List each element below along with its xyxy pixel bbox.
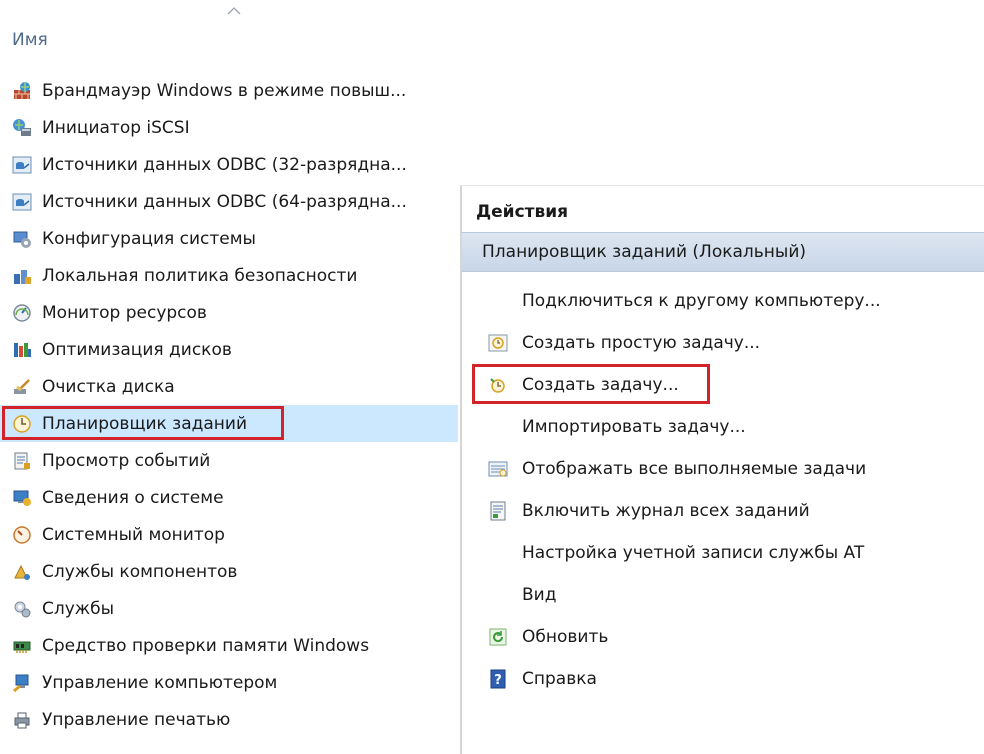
actions-pane: Действия Планировщик заданий (Локальный)…: [460, 185, 984, 754]
refresh-icon: [489, 628, 507, 646]
performance-monitor-icon: [13, 525, 31, 544]
list-item-firewall[interactable]: Брандмауэр Windows в режиме повыш...: [0, 72, 458, 109]
firewall-icon: [14, 81, 30, 99]
actions-section-header[interactable]: Планировщик заданий (Локальный): [462, 232, 984, 272]
action-create-basic-task[interactable]: Создать простую задачу...: [462, 322, 984, 364]
print-management-icon: [14, 712, 30, 728]
security-policy-icon: [14, 269, 31, 284]
action-label: Справка: [522, 669, 597, 689]
list-item-resource-monitor[interactable]: Монитор ресурсов: [0, 294, 458, 331]
list-item-label: Локальная политика безопасности: [42, 265, 358, 286]
action-label: Вид: [522, 585, 557, 605]
help-icon: ?: [490, 669, 506, 689]
list-item-print-management[interactable]: Управление печатью: [0, 701, 458, 738]
list-item-security-policy[interactable]: Локальная политика безопасности: [0, 257, 458, 294]
action-help[interactable]: ? Справка: [462, 658, 984, 700]
action-enable-history[interactable]: Включить журнал всех заданий: [462, 490, 984, 532]
list-item-label: Просмотр событий: [42, 450, 211, 471]
create-basic-task-icon: [488, 334, 508, 352]
list-item-label: Источники данных ODBC (32-разрядна...: [42, 154, 407, 175]
odbc-icon: [12, 193, 32, 210]
action-label: Отображать все выполняемые задачи: [522, 459, 867, 479]
action-label: Включить журнал всех заданий: [522, 501, 810, 521]
event-viewer-icon: [14, 452, 30, 469]
component-services-icon: [14, 564, 30, 580]
list-item-label: Средство проверки памяти Windows: [42, 635, 370, 656]
history-log-icon: [490, 501, 506, 521]
defrag-icon: [14, 342, 31, 357]
svg-text:?: ?: [494, 673, 502, 688]
list-item-label: Службы компонентов: [42, 561, 238, 582]
list-item-computer-management[interactable]: Управление компьютером: [0, 664, 458, 701]
list-item-label: Источники данных ODBC (64-разрядна...: [42, 191, 407, 212]
action-label: Создать задачу...: [522, 375, 679, 395]
task-scheduler-icon: [13, 414, 31, 433]
action-connect-computer[interactable]: Подключиться к другому компьютеру...: [462, 280, 984, 322]
list-item-label: Очистка диска: [42, 376, 175, 397]
services-icon: [14, 601, 31, 617]
list-item-system-config[interactable]: Конфигурация системы: [0, 220, 458, 257]
list-item-task-scheduler[interactable]: Планировщик заданий: [0, 405, 458, 442]
list-item-label: Управление компьютером: [42, 672, 278, 693]
memory-diagnostic-icon: [13, 641, 31, 653]
tools-list: Брандмауэр Windows в режиме повыш... Ини…: [0, 72, 458, 738]
iscsi-icon: [13, 118, 31, 136]
resource-monitor-icon: [13, 303, 31, 322]
create-task-icon: [490, 378, 505, 393]
running-tasks-icon: [488, 461, 508, 477]
action-import-task[interactable]: Импортировать задачу...: [462, 406, 984, 448]
list-item-label: Конфигурация системы: [42, 228, 256, 249]
action-label: Подключиться к другому компьютеру...: [522, 291, 881, 311]
list-item-label: Сведения о системе: [42, 487, 224, 508]
action-label: Создать простую задачу...: [522, 333, 761, 353]
list-item-disk-cleanup[interactable]: Очистка диска: [0, 368, 458, 405]
list-item-memory-diagnostic[interactable]: Средство проверки памяти Windows: [0, 627, 458, 664]
tools-pane: Имя Брандмауэр Windows в режиме повыш...…: [0, 0, 458, 753]
action-label: Импортировать задачу...: [522, 417, 746, 437]
list-item-odbc-64[interactable]: Источники данных ODBC (64-разрядна...: [0, 183, 458, 220]
list-item-performance-monitor[interactable]: Системный монитор: [0, 516, 458, 553]
action-view[interactable]: Вид: [462, 574, 984, 616]
sort-ascending-icon[interactable]: [226, 6, 242, 16]
computer-management-icon: [13, 674, 29, 692]
actions-title: Действия: [476, 202, 569, 222]
list-item-event-viewer[interactable]: Просмотр событий: [0, 442, 458, 479]
list-item-label: Брандмауэр Windows в режиме повыш...: [42, 80, 407, 101]
list-item-services[interactable]: Службы: [0, 590, 458, 627]
column-header-name[interactable]: Имя: [12, 30, 48, 50]
list-item-label: Инициатор iSCSI: [42, 117, 190, 138]
list-item-label: Службы: [42, 598, 115, 619]
list-item-label: Планировщик заданий: [42, 413, 248, 434]
list-item-defrag[interactable]: Оптимизация дисков: [0, 331, 458, 368]
system-info-icon: [13, 490, 31, 506]
action-refresh[interactable]: Обновить: [462, 616, 984, 658]
list-item-label: Системный монитор: [42, 524, 225, 545]
list-item-system-info[interactable]: Сведения о системе: [0, 479, 458, 516]
actions-list: Подключиться к другому компьютеру... Соз…: [462, 280, 984, 700]
list-item-label: Оптимизация дисков: [42, 339, 232, 360]
odbc-icon: [12, 156, 32, 173]
list-item-component-services[interactable]: Службы компонентов: [0, 553, 458, 590]
list-item-label: Монитор ресурсов: [42, 302, 207, 323]
disk-cleanup-icon: [14, 378, 30, 394]
system-config-icon: [13, 231, 31, 248]
action-label: Обновить: [522, 627, 609, 647]
section-title: Планировщик заданий (Локальный): [482, 242, 807, 262]
action-label: Настройка учетной записи службы AT: [522, 543, 865, 563]
action-create-task[interactable]: Создать задачу...: [462, 364, 984, 406]
list-item-odbc-32[interactable]: Источники данных ODBC (32-разрядна...: [0, 146, 458, 183]
list-item-label: Управление печатью: [42, 709, 231, 730]
list-item-iscsi[interactable]: Инициатор iSCSI: [0, 109, 458, 146]
action-show-running-tasks[interactable]: Отображать все выполняемые задачи: [462, 448, 984, 490]
action-at-service-account[interactable]: Настройка учетной записи службы AT: [462, 532, 984, 574]
